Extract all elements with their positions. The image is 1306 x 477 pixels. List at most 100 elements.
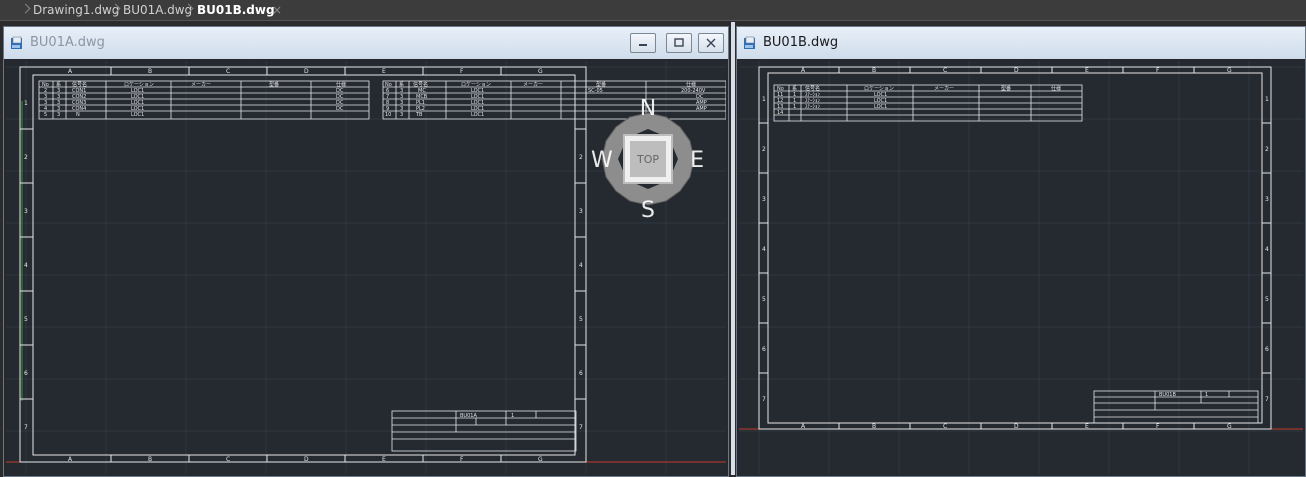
title-block-code: BU01B [1159,392,1176,398]
tab-separator-icon [185,2,191,18]
row-number: 3 [24,208,28,215]
tab-bu01b[interactable]: BU01B.dwg [197,1,275,19]
window-title-bar[interactable]: BU01B.dwg [737,27,1305,59]
column-letter: G [1227,423,1232,430]
table-cell: DC [336,106,344,112]
document-tab-bar: Drawing1.dwg BU01A.dwg BU01B.dwg × [0,0,1306,21]
title-block [1093,390,1259,424]
tab-separator-icon [22,2,28,18]
title-block-sheet: 1 [1205,392,1208,398]
table-header: 信号名 [413,81,428,88]
tab-drawing1[interactable]: Drawing1.dwg [33,1,119,19]
drawing-window-bu01b[interactable]: BU01B.dwg A B C D E F G A B C D E F G 1 … [736,26,1306,477]
row-number: 5 [762,296,766,303]
column-letter: E [1085,67,1089,74]
compass-west[interactable]: W [591,148,613,173]
column-letter: C [226,68,230,75]
drawing-canvas-b[interactable]: A B C D E F G A B C D E F G 1 2 3 4 5 6 [739,61,1303,474]
table-cell: ｽﾃｰｼｮﾝ [805,104,821,110]
compass-east[interactable]: E [690,148,704,173]
row-number: 6 [579,370,583,377]
row-number: 6 [762,346,766,353]
row-number: 3 [1265,196,1269,203]
window-splitter[interactable] [731,22,735,475]
drawing-window-bu01a[interactable]: BU01A.dwg A B C D E F G A B C D E F G 1 … [3,26,729,477]
table-cell: 3 [57,112,60,118]
column-letter: E [1085,423,1089,430]
column-letter: G [1227,67,1232,74]
row-number: 4 [762,246,766,253]
table-header: 型番 [269,81,279,88]
table-header: 系 [56,81,61,88]
compass-north[interactable]: N [640,99,656,121]
column-letter: D [304,456,309,463]
table-header: 系 [792,85,797,92]
window-title: BU01A.dwg [30,35,105,50]
column-letter: C [943,67,947,74]
column-letter: D [304,68,309,75]
minimize-button[interactable] [630,33,656,53]
row-number: 5 [1265,296,1269,303]
table-cell: 1 [793,104,796,110]
table-cell: 14 [777,110,783,116]
column-letter: A [68,68,73,75]
column-letter: F [460,456,464,463]
drawing-file-icon [744,36,755,49]
drawing-file-icon [11,36,22,49]
close-button[interactable] [698,33,724,53]
column-letter: E [382,456,386,463]
background-grid [739,61,1303,474]
row-number: 4 [1265,246,1269,253]
column-letter: B [148,456,152,463]
parts-table [773,84,1083,122]
row-number: 1 [24,100,28,107]
column-letter: D [1014,67,1019,74]
table-cell: N [76,112,80,118]
table-header: 系 [399,81,404,88]
column-letter: D [1014,423,1019,430]
row-number: 2 [579,154,583,161]
compass-south[interactable]: S [641,198,655,219]
window-title-bar[interactable]: BU01A.dwg [4,27,728,59]
table-header: 信号名 [72,81,87,88]
tab-close-icon[interactable]: × [272,1,282,19]
column-letter: F [1156,67,1160,74]
row-number: 2 [762,146,766,153]
tab-bu01a[interactable]: BU01A.dwg [123,1,192,19]
viewcube-widget[interactable]: TOP N S E W [588,99,708,219]
column-letter: B [148,68,152,75]
close-icon [706,38,716,48]
border-ticks [20,67,586,462]
table-cell: LOC1 [471,112,484,118]
viewcube-top-face[interactable]: TOP [636,153,659,166]
row-number: 5 [24,316,28,323]
table-header: 仕様 [686,81,696,88]
table-header: メーカー [191,82,211,88]
model-viewport[interactable]: A B C D E F G A B C D E F G 1 2 3 4 5 6 [6,61,726,476]
row-number: 7 [24,424,28,431]
table-header: 型番 [596,81,606,88]
restore-button[interactable] [666,33,692,53]
table-header: 仕様 [1051,85,1061,92]
column-letter: B [872,423,876,430]
row-number: 4 [24,262,28,269]
row-number: 7 [579,424,583,431]
model-viewport[interactable]: A B C D E F G A B C D E F G 1 2 3 4 5 6 [739,61,1303,476]
row-number: 7 [762,396,766,403]
row-number: 3 [762,196,766,203]
table-cell: LOC1 [874,104,887,110]
table-cell: 3 [400,112,403,118]
table-cell: SC-05 [588,88,603,94]
column-letter: B [872,67,876,74]
column-letter: G [538,456,543,463]
restore-icon [674,38,684,47]
row-number: 6 [24,370,28,377]
row-number: 1 [1265,96,1269,103]
table-header: ロケーション [864,85,894,92]
table-header: メーカー [934,86,954,92]
row-number: 2 [1265,146,1269,153]
column-letter: G [538,68,543,75]
row-number: 7 [1265,396,1269,403]
column-letter: E [382,68,386,75]
minimize-icon [639,44,647,46]
